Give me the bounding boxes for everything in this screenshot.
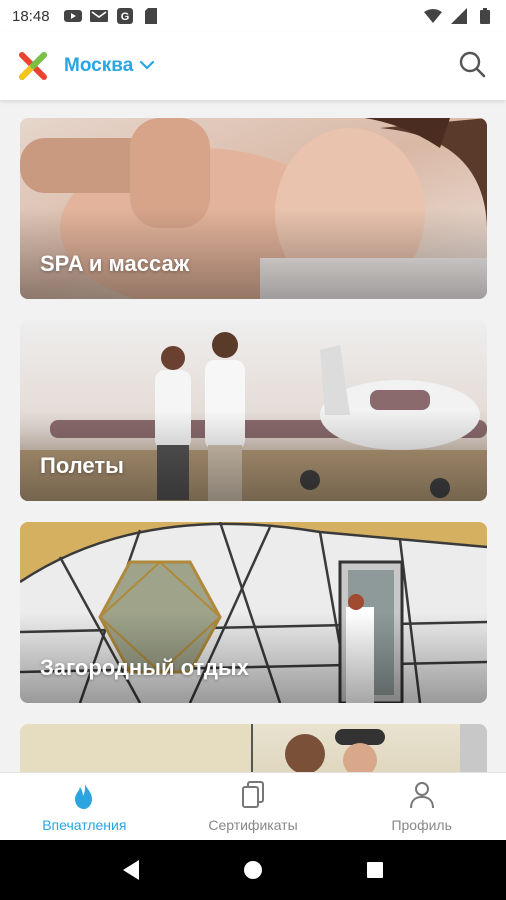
search-icon <box>458 50 486 83</box>
category-card-flights[interactable]: Полеты <box>20 320 487 501</box>
sailing-image <box>20 724 487 772</box>
battery-icon <box>476 8 494 24</box>
svg-text:G: G <box>120 11 129 23</box>
certificates-icon <box>239 780 267 813</box>
app-bar: Москва <box>0 32 506 100</box>
home-icon[interactable] <box>238 855 268 885</box>
status-bar: 18:48 G <box>0 0 506 32</box>
category-list[interactable]: SPA и массаж Полеты Загородный отдых <box>0 100 506 772</box>
category-card-countryside[interactable]: Загородный отдых <box>20 522 487 703</box>
impression-logo[interactable] <box>18 51 48 81</box>
wifi-icon <box>424 8 442 24</box>
nav-label: Впечатления <box>42 817 127 833</box>
chevron-down-icon <box>139 55 155 77</box>
nav-label: Сертификаты <box>208 817 298 833</box>
category-label: Полеты <box>40 453 124 478</box>
sd-card-icon <box>142 8 160 24</box>
category-label: SPA и массаж <box>40 251 190 276</box>
bottom-navigation: Впечатления Сертификаты Профиль <box>0 772 506 840</box>
status-time: 18:48 <box>12 7 50 25</box>
category-label: Загородный отдых <box>40 655 249 680</box>
nav-item-profile[interactable]: Профиль <box>337 773 506 840</box>
profile-icon <box>408 780 436 813</box>
nav-item-certificates[interactable]: Сертификаты <box>169 773 338 840</box>
signal-icon <box>450 8 468 24</box>
nav-label: Профиль <box>391 817 452 833</box>
youtube-icon <box>63 8 82 24</box>
system-navigation <box>0 840 506 900</box>
city-label: Москва <box>64 55 134 76</box>
search-button[interactable] <box>456 50 488 82</box>
gmail-icon <box>89 8 108 24</box>
flame-icon <box>70 780 98 813</box>
recents-icon[interactable] <box>360 855 390 885</box>
app-icon: G <box>116 8 134 24</box>
back-icon[interactable] <box>116 855 146 885</box>
category-card-sailing[interactable] <box>20 724 487 772</box>
nav-item-impressions[interactable]: Впечатления <box>0 773 169 840</box>
category-card-spa[interactable]: SPA и массаж <box>20 118 487 299</box>
city-selector[interactable]: Москва <box>64 55 155 77</box>
